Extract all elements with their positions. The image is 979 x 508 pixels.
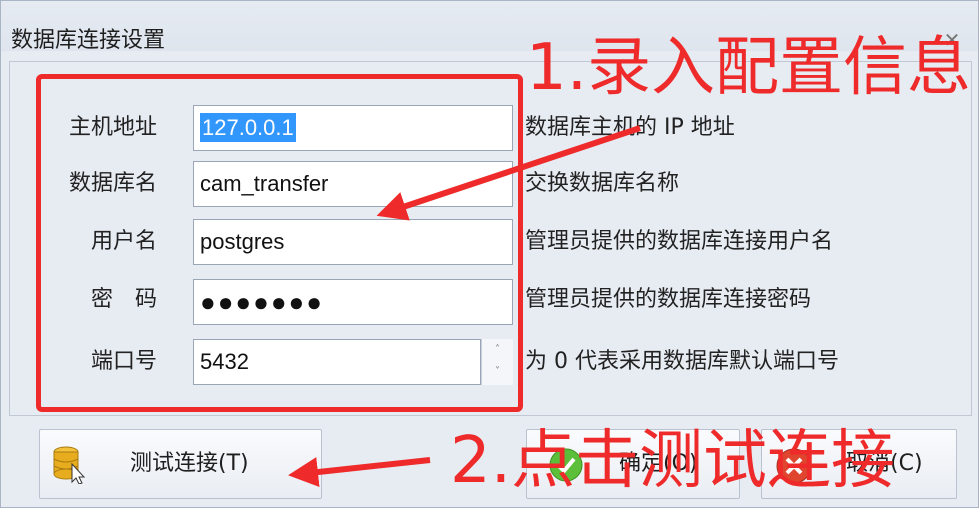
annotation-step2: 2.点击测试连接 xyxy=(450,424,896,498)
test-connection-label: 测试连接(T) xyxy=(130,451,249,476)
dialog-title: 数据库连接设置 xyxy=(11,28,166,53)
host-hint: 数据库主机的 IP 地址 xyxy=(525,115,735,140)
dbname-hint: 交换数据库名称 xyxy=(525,171,680,196)
database-icon xyxy=(53,446,86,484)
user-hint: 管理员提供的数据库连接用户名 xyxy=(525,229,834,254)
annotation-step1: 1.录入配置信息 xyxy=(526,31,972,105)
port-hint: 为 0 代表采用数据库默认端口号 xyxy=(525,349,839,374)
annotation-highlight-box xyxy=(36,74,523,412)
test-connection-button[interactable]: 测试连接(T) xyxy=(39,429,322,499)
password-hint: 管理员提供的数据库连接密码 xyxy=(525,287,812,312)
